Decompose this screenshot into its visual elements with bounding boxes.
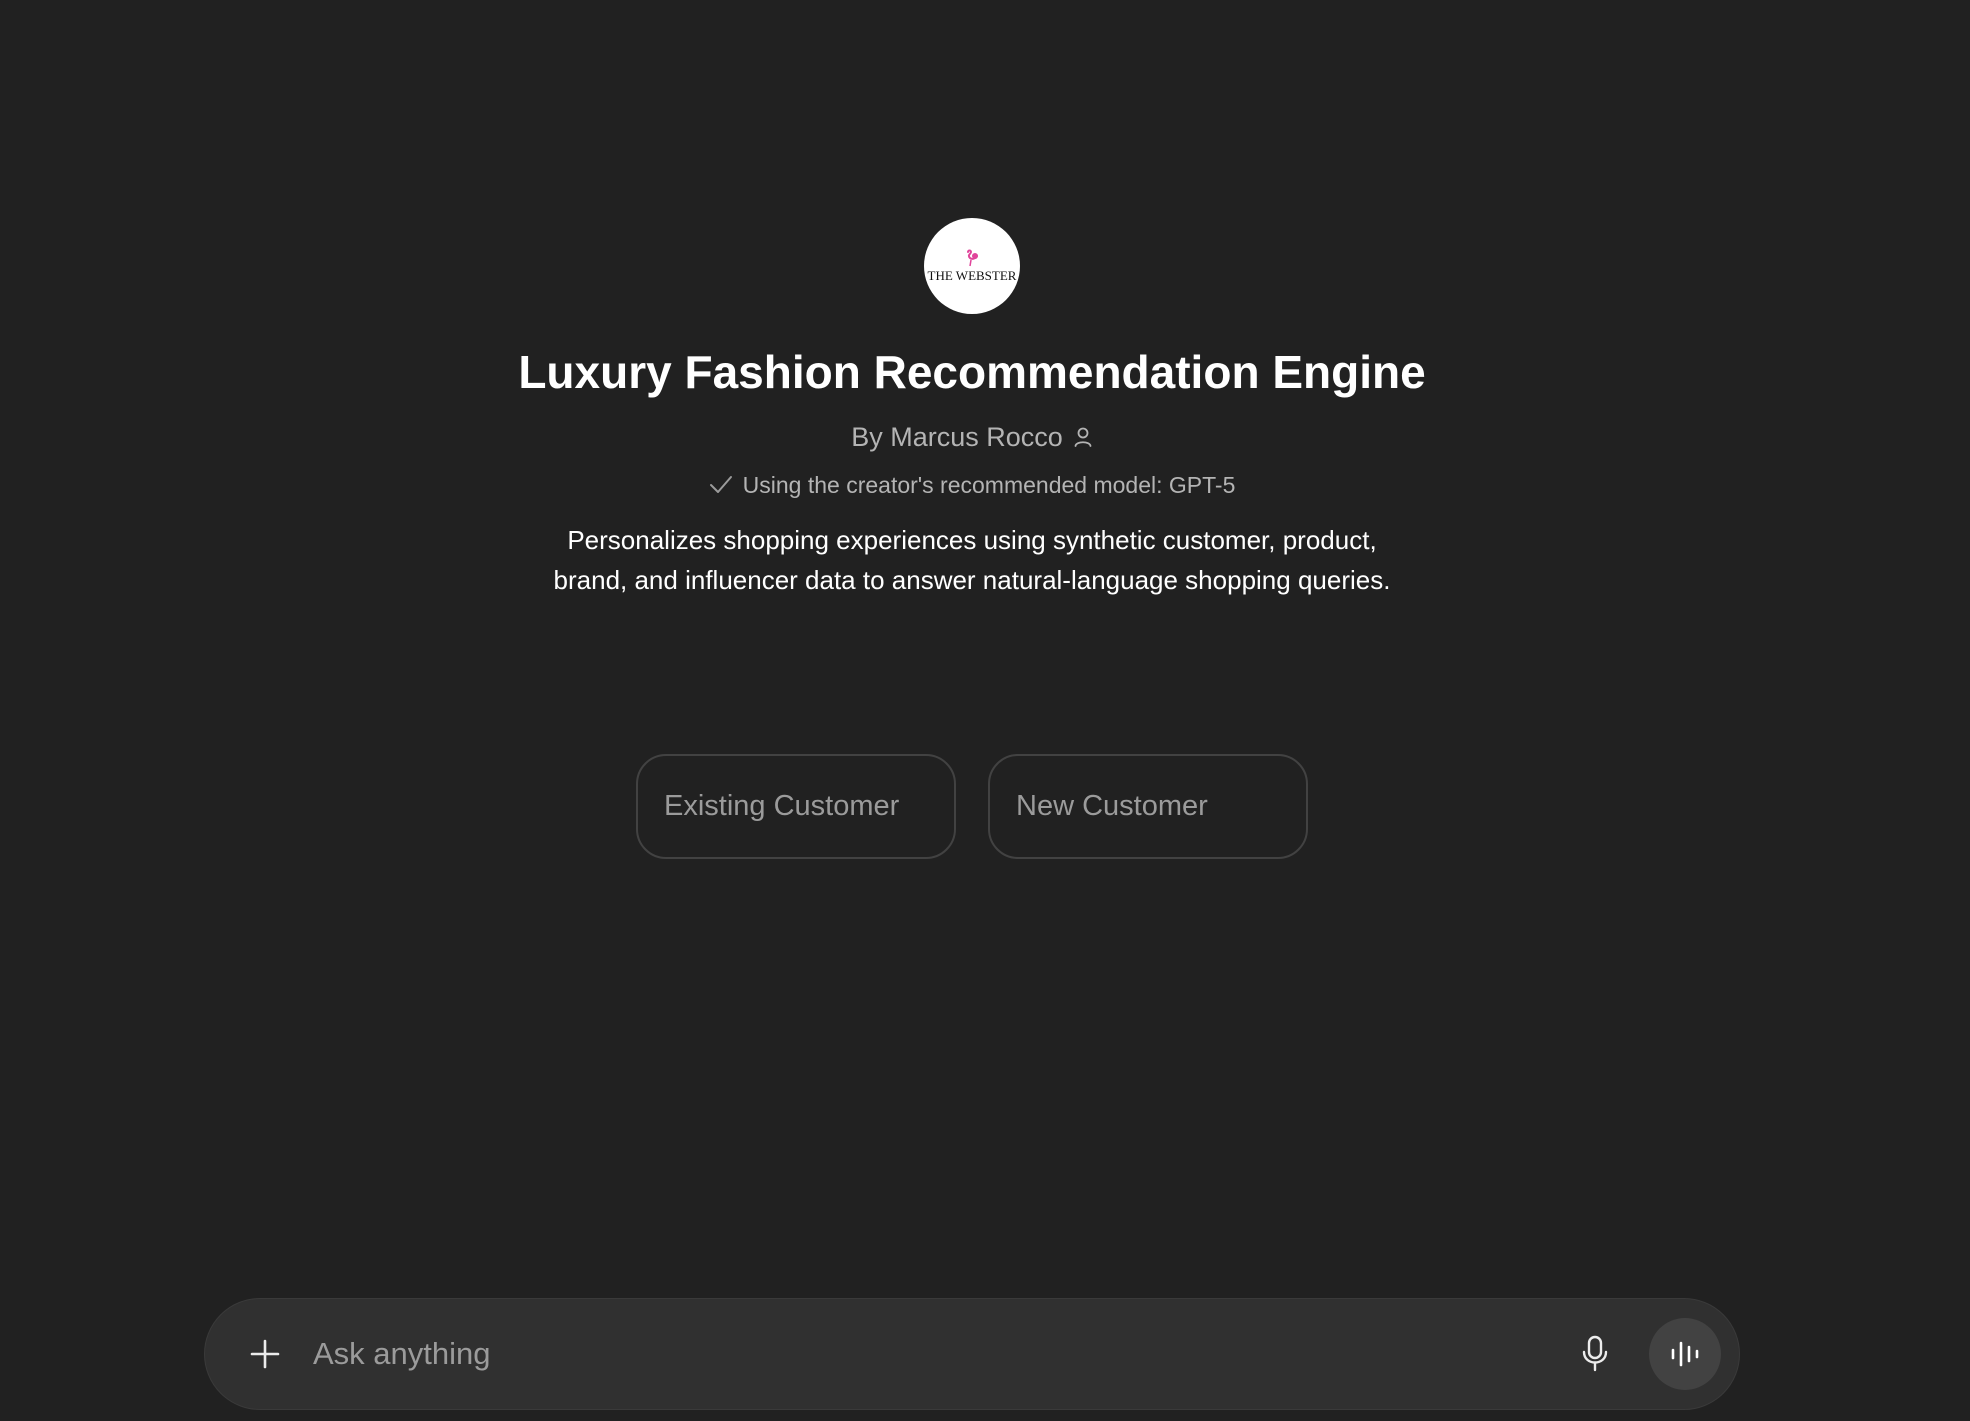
dictate-button[interactable] [1567, 1326, 1623, 1382]
voice-waveform-icon [1671, 1341, 1699, 1367]
gpt-description: Personalizes shopping experiences using … [553, 525, 1391, 595]
plus-icon [250, 1339, 280, 1369]
starter-label: Existing Customer [664, 790, 900, 822]
gpt-title: Luxury Fashion Recommendation Engine [518, 346, 1426, 398]
model-note-text: Using the creator's recommended model: G… [742, 472, 1236, 498]
author-label: By Marcus Rocco [851, 422, 1063, 452]
flamingo-logo-icon [967, 249, 978, 266]
starter-existing-customer[interactable]: Existing Customer [636, 754, 956, 859]
gpt-header: THE WEBSTER Luxury Fashion Recommendatio… [0, 218, 1944, 600]
starter-new-customer[interactable]: New Customer [988, 754, 1308, 859]
person-icon [1074, 427, 1092, 447]
microphone-icon [1582, 1335, 1608, 1372]
gpt-start-page: THE WEBSTER Luxury Fashion Recommendatio… [0, 0, 1970, 1421]
logo-wordmark: THE WEBSTER [927, 267, 1017, 283]
recommended-model-note: Using the creator's recommended model: G… [709, 470, 1236, 500]
voice-mode-button[interactable] [1649, 1318, 1721, 1390]
gpt-author[interactable]: By Marcus Rocco [851, 420, 1093, 454]
attach-button[interactable] [237, 1326, 293, 1382]
prompt-input[interactable] [311, 1335, 1567, 1373]
starter-label: New Customer [1016, 790, 1208, 822]
checkmark-icon [709, 476, 732, 493]
message-composer [204, 1298, 1740, 1410]
conversation-starters: Existing Customer New Customer [636, 754, 1308, 859]
gpt-avatar: THE WEBSTER [924, 218, 1020, 314]
